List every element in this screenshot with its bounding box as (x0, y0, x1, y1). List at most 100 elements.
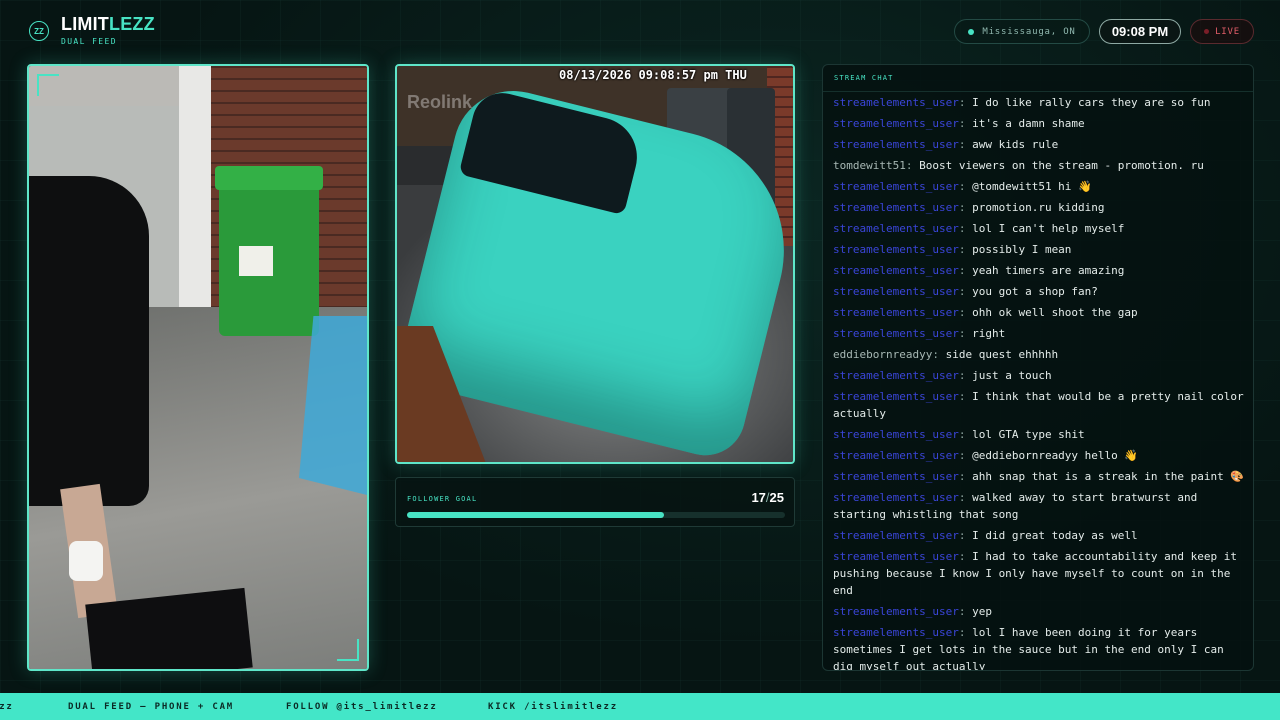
chat-username[interactable]: streamelements_user (833, 201, 959, 214)
clock-pill: 09:08 PM (1099, 19, 1181, 44)
chat-username[interactable]: tomdewitt51 (833, 159, 906, 172)
chat-message: eddiebornreadyy: side quest ehhhhh (833, 346, 1245, 363)
chat-separator: : (958, 529, 973, 542)
follower-goal-progress-track (407, 512, 785, 518)
chat-separator: : (958, 369, 973, 382)
chat-message: tomdewitt51: Boost viewers on the stream… (833, 157, 1245, 174)
ticker-item: FOLLOW @its_limitlezz (286, 701, 438, 712)
chat-separator: : (958, 470, 973, 483)
bottom-ticker: ezz DUAL FEED — PHONE + CAM FOLLOW @its_li… (0, 693, 1280, 720)
chat-message: streamelements_user: @eddiebornreadyy he… (833, 447, 1245, 464)
chat-username[interactable]: streamelements_user (833, 491, 959, 504)
live-status-pill: LIVE (1190, 19, 1254, 44)
ticker-item: KICK /itslimitlezz (488, 701, 618, 712)
chat-username[interactable]: streamelements_user (833, 327, 959, 340)
security-cam-feed-video[interactable]: Reolink 08/13/2026 09:08:57 pm THU (395, 64, 795, 464)
chat-username[interactable]: streamelements_user (833, 390, 959, 403)
follower-goal-card: FOLLOWER GOAL 17/25 (395, 477, 795, 527)
chat-username[interactable]: streamelements_user (833, 605, 959, 618)
brand-title-accent: LEZZ (109, 14, 155, 34)
chat-username[interactable]: streamelements_user (833, 550, 959, 563)
chat-text: possibly I mean (972, 243, 1072, 256)
brand-title: LIMITLEZZ (61, 14, 155, 35)
scene-green-bin-label (239, 246, 273, 276)
ticker-item: ezz (0, 701, 14, 712)
chat-separator: : (958, 138, 973, 151)
chat-separator: : (958, 626, 973, 639)
chat-username[interactable]: streamelements_user (833, 96, 959, 109)
brand-logo-badge: ZZ (29, 21, 49, 41)
chat-separator: : (958, 243, 973, 256)
chat-text: @tomdewitt51 hi 👋 (972, 180, 1092, 193)
chat-text: yeah timers are amazing (972, 264, 1125, 277)
phone-feed-video[interactable] (27, 64, 369, 671)
chat-separator: : (958, 222, 973, 235)
chat-message: streamelements_user: yep (833, 603, 1245, 620)
chat-username[interactable]: eddiebornreadyy (833, 348, 932, 361)
chat-username[interactable]: streamelements_user (833, 180, 959, 193)
chat-message: streamelements_user: @tomdewitt51 hi 👋 (833, 178, 1245, 195)
camera-timestamp: 08/13/2026 09:08:57 pm THU (559, 68, 747, 82)
chat-separator: : (958, 390, 973, 403)
chat-username[interactable]: streamelements_user (833, 428, 959, 441)
chat-username[interactable]: streamelements_user (833, 626, 959, 639)
frame-corner-top-left-icon (37, 74, 59, 96)
chat-username[interactable]: streamelements_user (833, 117, 959, 130)
chat-username[interactable]: streamelements_user (833, 449, 959, 462)
chat-text: ohh ok well shoot the gap (972, 306, 1138, 319)
chat-username[interactable]: streamelements_user (833, 369, 959, 382)
chat-username[interactable]: streamelements_user (833, 285, 959, 298)
chat-message: streamelements_user: just a touch (833, 367, 1245, 384)
chat-text: ahh snap that is a streak in the paint 🎨 (972, 470, 1245, 483)
chat-message: streamelements_user: ohh ok well shoot t… (833, 304, 1245, 321)
chat-username[interactable]: streamelements_user (833, 138, 959, 151)
stream-chat-divider (823, 91, 1253, 92)
location-dot-icon (968, 28, 975, 35)
clock-time: 09:08 PM (1111, 24, 1169, 39)
chat-separator: : (958, 96, 973, 109)
chat-separator: : (958, 449, 973, 462)
chat-username[interactable]: streamelements_user (833, 470, 959, 483)
chat-separator: : (958, 285, 973, 298)
live-dot-icon (1204, 29, 1210, 34)
chat-username[interactable]: streamelements_user (833, 264, 959, 277)
brand-subtitle: DUAL FEED (61, 37, 117, 46)
stream-chat-message-list[interactable]: streamelements_user: I do like rally car… (833, 94, 1245, 670)
chat-text: it's a damn shame (972, 117, 1085, 130)
follower-goal-count: 17/25 (751, 490, 784, 505)
brand-title-primary: LIMIT (61, 14, 109, 34)
chat-message: streamelements_user: promotion.ru kiddin… (833, 199, 1245, 216)
chat-message: streamelements_user: right (833, 325, 1245, 342)
scene-person (29, 176, 149, 506)
chat-username[interactable]: streamelements_user (833, 222, 959, 235)
scene-green-bin-lid (215, 166, 323, 190)
chat-username[interactable]: streamelements_user (833, 243, 959, 256)
scene-door-frame (179, 66, 211, 336)
chat-separator: : (958, 201, 973, 214)
chat-separator: : (958, 327, 973, 340)
chat-text: @eddiebornreadyy hello 👋 (972, 449, 1139, 462)
stream-chat-panel[interactable]: STREAM CHAT streamelements_user: I do li… (822, 64, 1254, 671)
chat-message: streamelements_user: I do like rally car… (833, 94, 1245, 111)
chat-text: promotion.ru kidding (972, 201, 1105, 214)
chat-separator: : (958, 180, 973, 193)
chat-separator: : (958, 428, 973, 441)
location-label: Mississauga, ON (982, 26, 1076, 37)
chat-text: aww kids rule (972, 138, 1059, 151)
chat-text: just a touch (972, 369, 1052, 382)
chat-username[interactable]: streamelements_user (833, 306, 959, 319)
chat-separator: : (958, 605, 973, 618)
chat-message: streamelements_user: yeah timers are ama… (833, 262, 1245, 279)
chat-text: lol I can't help myself (972, 222, 1125, 235)
frame-corner-bottom-right-icon (337, 639, 359, 661)
chat-separator: : (958, 117, 973, 130)
follower-goal-label: FOLLOWER GOAL (407, 495, 478, 503)
chat-text: yep (972, 605, 992, 618)
chat-text: right (972, 327, 1006, 340)
chat-text: lol GTA type shit (972, 428, 1085, 441)
chat-username[interactable]: streamelements_user (833, 529, 959, 542)
chat-text: I did great today as well (972, 529, 1138, 542)
chat-separator: : (905, 159, 920, 172)
chat-separator: : (958, 264, 973, 277)
scene-green-bin (215, 166, 323, 336)
